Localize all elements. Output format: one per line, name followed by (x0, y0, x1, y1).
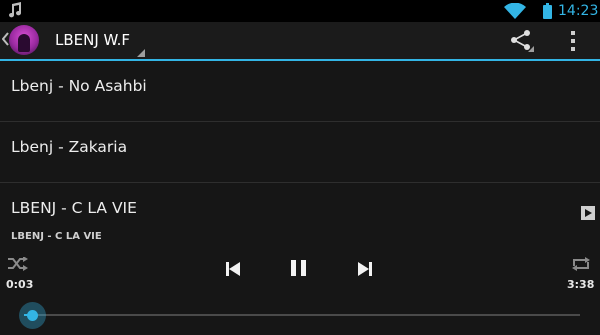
overflow-menu-icon[interactable] (570, 31, 576, 55)
pause-button[interactable] (291, 260, 307, 280)
action-bar: LBENJ W.F (0, 22, 600, 59)
seek-thumb[interactable] (18, 302, 46, 329)
next-icon (358, 262, 372, 276)
track-label: Lbenj - Zakaria (11, 138, 128, 156)
share-icon[interactable] (510, 30, 534, 56)
repeat-icon[interactable] (571, 256, 591, 275)
current-time: 0:03 (6, 278, 34, 291)
total-time: 3:38 (567, 278, 595, 291)
app-logo[interactable] (9, 25, 39, 55)
previous-icon (226, 262, 240, 276)
app-title[interactable]: LBENJ W.F (55, 31, 130, 49)
next-button[interactable] (358, 261, 372, 280)
player-panel: LBENJ - C LA VIE 0:03 3:38 (0, 227, 600, 335)
track-row[interactable]: Lbenj - Zakaria (0, 122, 600, 183)
track-row[interactable]: Lbenj - No Asahbi (0, 61, 600, 122)
now-playing-title: LBENJ - C LA VIE (11, 231, 102, 242)
previous-button[interactable] (226, 261, 240, 280)
track-label: LBENJ - C LA VIE (11, 199, 137, 217)
back-chevron-icon[interactable] (1, 31, 9, 50)
track-list: Lbenj - No Asahbi Lbenj - Zakaria LBENJ … (0, 61, 600, 244)
wifi-icon (504, 2, 526, 23)
seek-bar[interactable] (24, 314, 580, 316)
play-indicator-icon (581, 205, 595, 224)
pause-icon (291, 260, 306, 276)
track-label: Lbenj - No Asahbi (11, 77, 147, 95)
status-bar: 14:23 (0, 0, 600, 22)
shuffle-icon[interactable] (8, 256, 28, 275)
battery-icon (543, 3, 552, 23)
music-note-icon (8, 2, 22, 22)
status-clock: 14:23 (558, 3, 599, 19)
